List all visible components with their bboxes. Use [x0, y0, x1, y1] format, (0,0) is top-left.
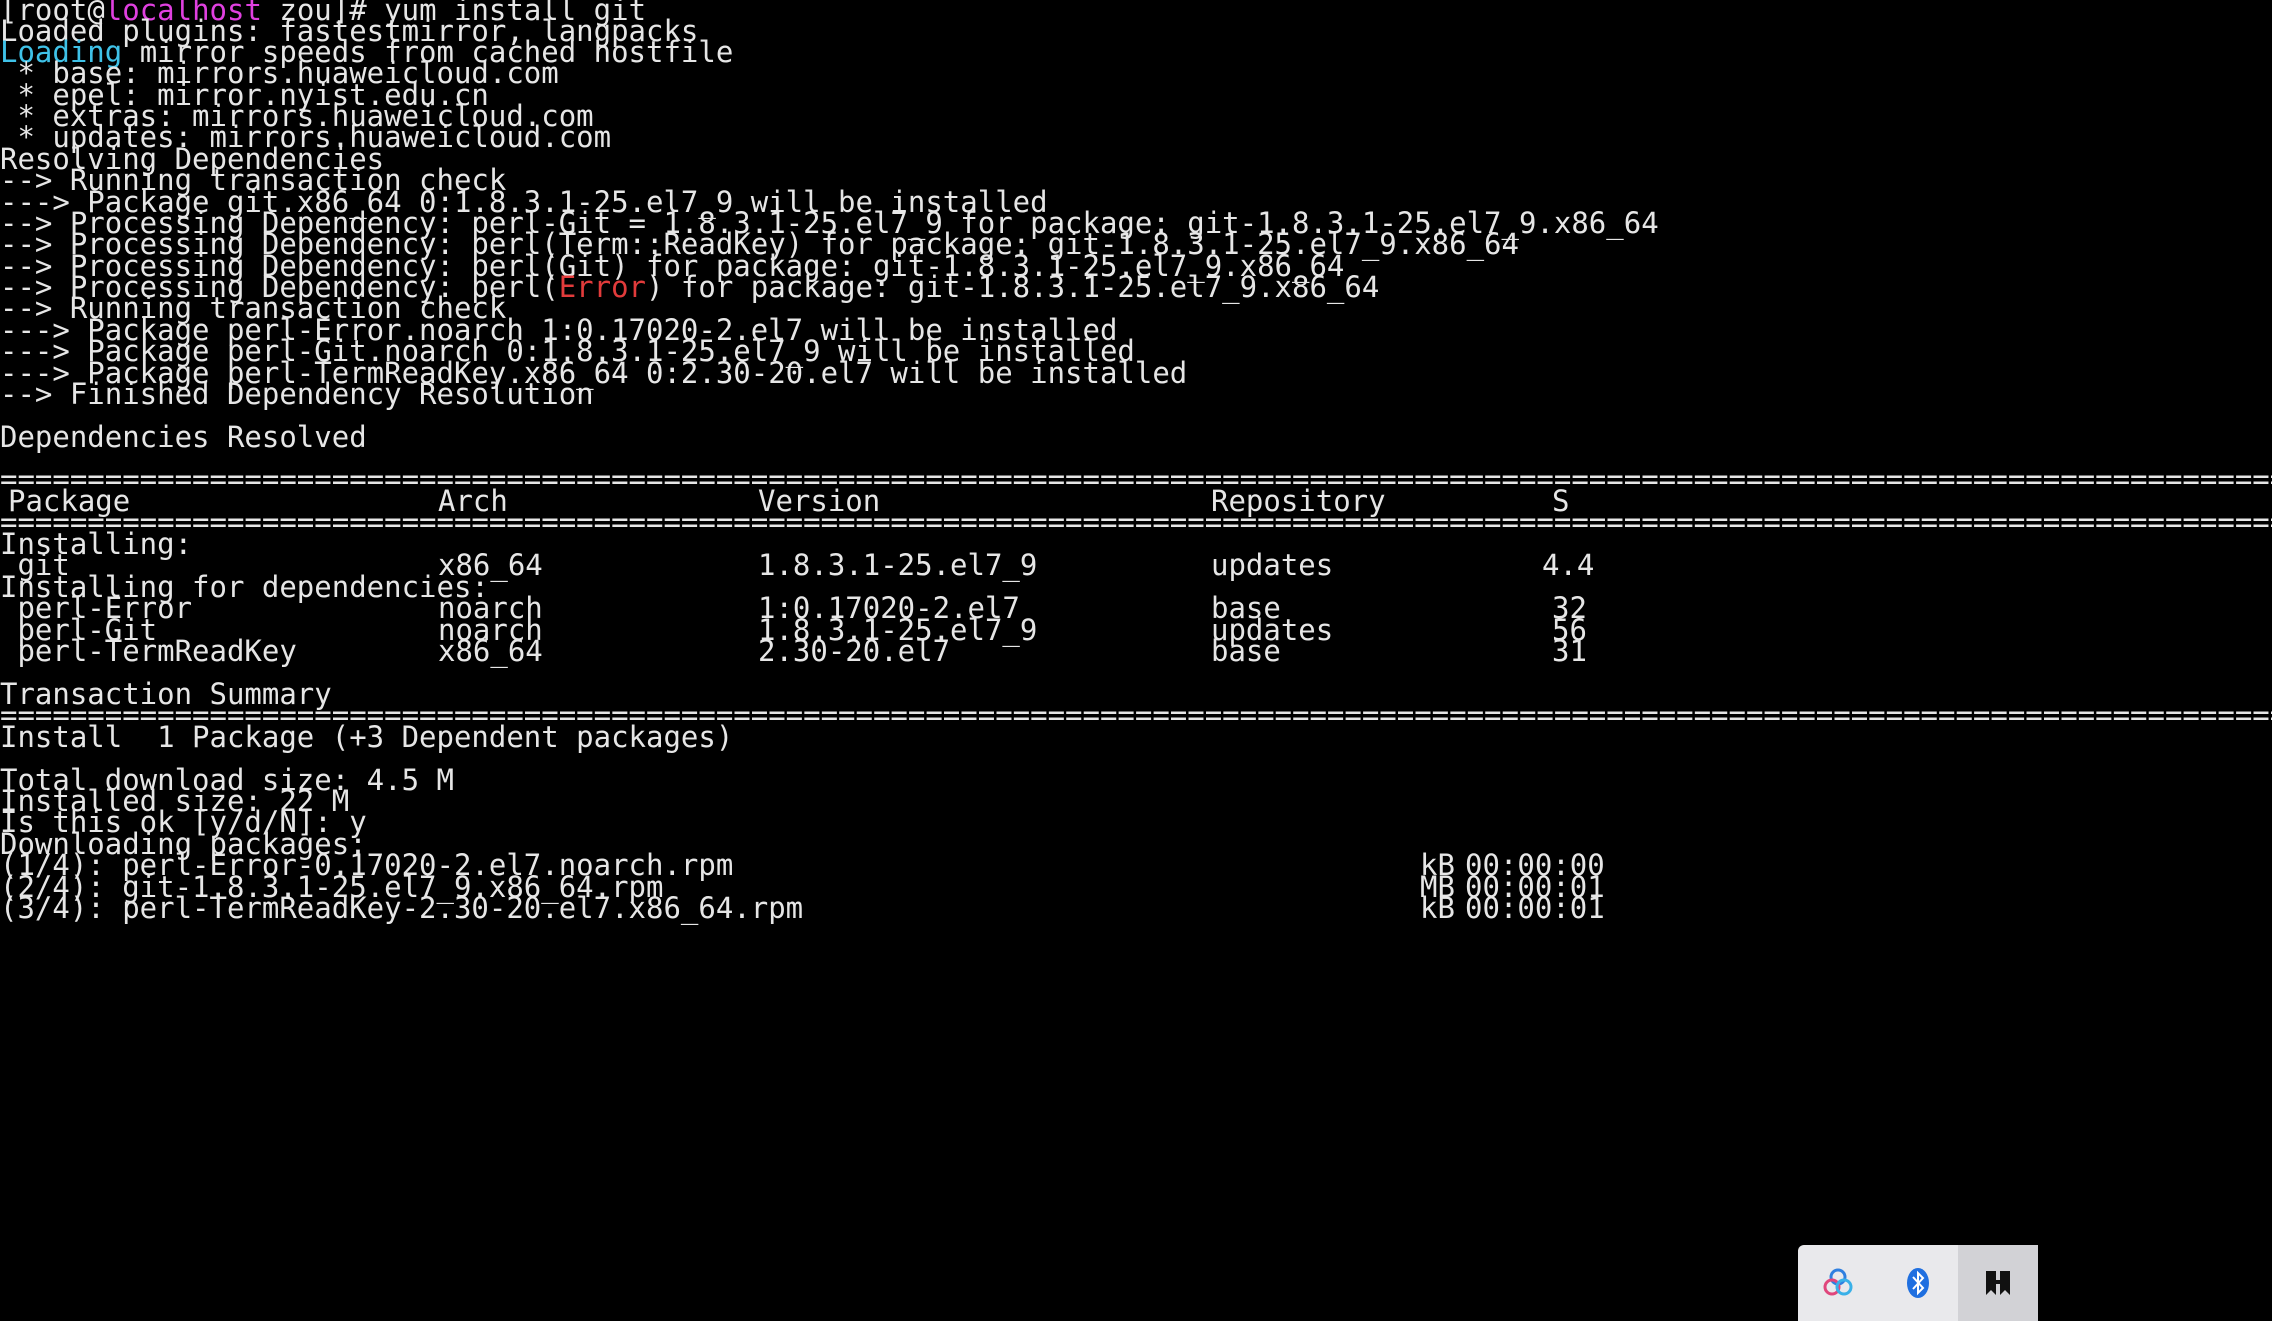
output-line: --> Finished Dependency Resolution: [0, 377, 594, 411]
app-tray-button[interactable]: [1958, 1245, 2038, 1321]
photos-tray-button[interactable]: [1798, 1245, 1878, 1321]
bluetooth-icon: [1907, 1268, 1929, 1298]
app-icon: [1986, 1271, 2010, 1295]
photos-icon: [1823, 1268, 1853, 1296]
error-word: Error: [558, 270, 647, 304]
table-row: perl-TermReadKey x86_64 2.30-20.el7 base…: [0, 634, 1587, 668]
output-line: Dependencies Resolved: [0, 420, 367, 454]
download-row: (3/4): perl-TermReadKey-2.30-20.el7.x86_…: [0, 891, 1605, 925]
output-line: Install 1 Package (+3 Dependent packages…: [0, 720, 734, 754]
terminal-window[interactable]: [root@localhost zou]# yum install git Lo…: [0, 0, 2272, 1321]
system-tray-popup: [1798, 1245, 2038, 1321]
separator-line: ========================================…: [0, 507, 2272, 538]
bluetooth-tray-button[interactable]: [1878, 1245, 1958, 1321]
